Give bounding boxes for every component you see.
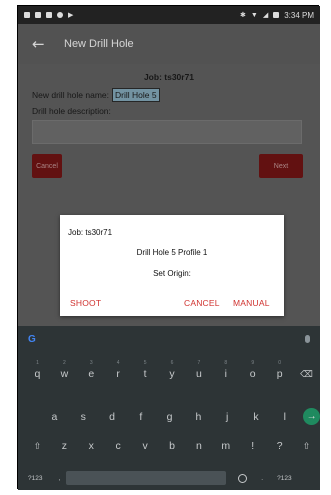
key-k[interactable]: k bbox=[242, 411, 271, 423]
key-y[interactable]: 6y bbox=[159, 360, 186, 380]
key-e[interactable]: 3e bbox=[78, 360, 105, 380]
microphone-icon[interactable] bbox=[305, 335, 310, 343]
description-input[interactable] bbox=[32, 120, 302, 144]
google-icon[interactable]: G bbox=[28, 334, 36, 345]
enter-arrow-icon[interactable]: → bbox=[303, 408, 321, 425]
key-a[interactable]: a bbox=[40, 411, 69, 423]
arrow-left-icon[interactable]: ← bbox=[32, 35, 54, 53]
dialog-cancel-button[interactable]: CANCEL bbox=[184, 298, 220, 308]
play-icon: ▶ bbox=[68, 12, 74, 19]
key-j[interactable]: j bbox=[213, 411, 242, 423]
key-i[interactable]: 8i bbox=[212, 360, 239, 380]
key-n[interactable]: n bbox=[185, 440, 212, 452]
key-b[interactable]: b bbox=[159, 440, 186, 452]
set-origin-dialog: Job: ts30r71 Drill Hole 5 Profile 1 Set … bbox=[60, 215, 284, 316]
key-w[interactable]: 2w bbox=[51, 360, 78, 380]
shift-icon[interactable]: ⇧ bbox=[24, 441, 51, 452]
key-period[interactable]: . bbox=[261, 475, 263, 482]
name-row: New drill hole name: Drill Hole 5 bbox=[32, 88, 160, 102]
cancel-button[interactable]: Cancel bbox=[32, 154, 62, 178]
key-s[interactable]: s bbox=[69, 411, 98, 423]
signal-icon: ◢ bbox=[262, 12, 269, 19]
system-icons: ✱ ▼ ◢ 3:34 PM bbox=[240, 11, 314, 20]
key-h[interactable]: h bbox=[184, 411, 213, 423]
battery-icon bbox=[273, 12, 280, 18]
space-bar[interactable] bbox=[66, 471, 227, 485]
status-time: 3:34 PM bbox=[284, 10, 314, 20]
notification-icon bbox=[35, 12, 41, 18]
key-p[interactable]: 0p bbox=[266, 360, 293, 380]
symbols-key[interactable]: ?123 bbox=[28, 475, 42, 482]
key-v[interactable]: v bbox=[132, 440, 159, 452]
key-f[interactable]: f bbox=[126, 411, 155, 423]
shoot-button[interactable]: SHOOT bbox=[70, 298, 101, 308]
app-bar: ← New Drill Hole bbox=[18, 24, 320, 64]
wifi-icon: ▼ bbox=[250, 11, 258, 19]
key-d[interactable]: d bbox=[98, 411, 127, 423]
page-title: New Drill Hole bbox=[64, 38, 134, 50]
bluetooth-icon: ✱ bbox=[240, 12, 246, 19]
backspace-icon[interactable]: ⌫ bbox=[293, 369, 320, 380]
key-x[interactable]: x bbox=[78, 440, 105, 452]
key-r[interactable]: 4r bbox=[105, 360, 132, 380]
notification-icon bbox=[57, 12, 63, 18]
next-button[interactable]: Next bbox=[259, 154, 303, 178]
job-label: Job: ts30r71 bbox=[143, 72, 195, 82]
dialog-job: Job: ts30r71 bbox=[68, 228, 113, 237]
key-m[interactable]: m bbox=[212, 440, 239, 452]
dialog-message: Drill Hole 5 Profile 1 bbox=[136, 248, 208, 257]
emoji-icon[interactable] bbox=[238, 473, 248, 483]
symbols-key-right[interactable]: ?123 bbox=[277, 475, 291, 482]
keyboard-toolbar: G bbox=[18, 326, 320, 352]
description-label: Drill hole description: bbox=[32, 106, 111, 116]
keyboard-row-1: 1q 2w 3e 4r 5t 6y 7u 8i 9o 0p ⌫ bbox=[18, 360, 320, 380]
drill-hole-name-input[interactable]: Drill Hole 5 bbox=[112, 88, 160, 102]
key-o[interactable]: 9o bbox=[239, 360, 266, 380]
key-question[interactable]: ? bbox=[266, 440, 293, 452]
keyboard-row-2: a s d f g h j k l → bbox=[18, 408, 321, 425]
keyboard-row-4: ?123 , . ?123 bbox=[18, 471, 320, 485]
key-g[interactable]: g bbox=[155, 411, 184, 423]
key-comma[interactable]: , bbox=[58, 475, 60, 482]
key-u[interactable]: 7u bbox=[185, 360, 212, 380]
shift-icon[interactable]: ⇧ bbox=[293, 441, 320, 452]
lock-icon bbox=[46, 12, 52, 18]
status-bar: ▶ ✱ ▼ ◢ 3:34 PM bbox=[18, 6, 320, 24]
key-l[interactable]: l bbox=[270, 411, 299, 423]
dialog-origin-label: Set Origin: bbox=[153, 269, 191, 278]
key-t[interactable]: 5t bbox=[132, 360, 159, 380]
soft-keyboard: G 1q 2w 3e 4r 5t 6y 7u 8i 9o 0p ⌫ a s d … bbox=[18, 326, 321, 490]
name-label: New drill hole name: bbox=[32, 90, 110, 100]
manual-button[interactable]: MANUAL bbox=[233, 298, 270, 308]
keyboard-row-3: ⇧ z x c v b n m ! ? ⇧ bbox=[18, 440, 320, 452]
key-z[interactable]: z bbox=[51, 440, 78, 452]
notification-icon bbox=[24, 12, 30, 18]
key-exclamation[interactable]: ! bbox=[239, 440, 266, 452]
key-c[interactable]: c bbox=[105, 440, 132, 452]
key-q[interactable]: 1q bbox=[24, 360, 51, 380]
notification-icons: ▶ bbox=[24, 11, 73, 19]
device-frame: ▶ ✱ ▼ ◢ 3:34 PM ← New Drill Hole Job: ts… bbox=[17, 5, 321, 490]
